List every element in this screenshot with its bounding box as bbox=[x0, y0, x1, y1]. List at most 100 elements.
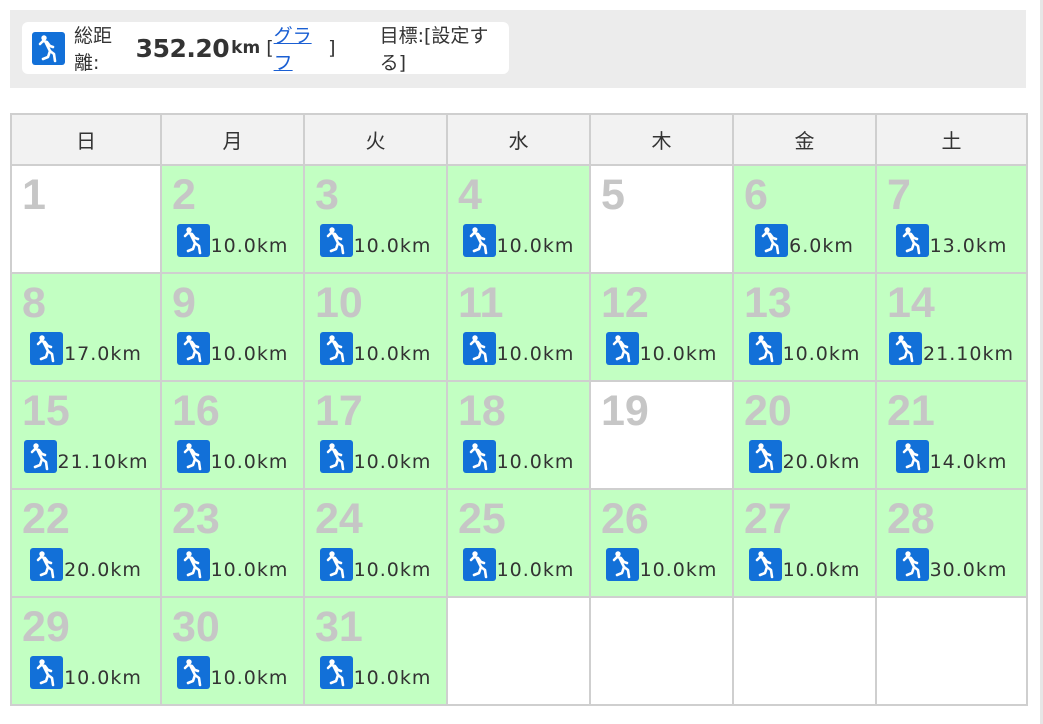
calendar-day-cell[interactable]: 26 10.0km bbox=[589, 488, 734, 598]
calendar-day-cell[interactable]: 22 20.0km bbox=[10, 488, 162, 598]
calendar-day-cell[interactable]: 7 13.0km bbox=[875, 164, 1028, 274]
run-distance: 17.0km bbox=[64, 343, 142, 365]
run-distance: 14.0km bbox=[929, 451, 1008, 473]
runner-icon bbox=[748, 548, 782, 581]
calendar-day-cell[interactable]: 31 10.0km bbox=[303, 596, 448, 706]
calendar-day-cell[interactable]: 5 bbox=[589, 164, 734, 274]
run-entry[interactable]: 10.0km bbox=[734, 332, 875, 365]
run-entry[interactable]: 10.0km bbox=[448, 548, 589, 581]
total-distance-box: 総距離: 352.20 km [グラフ] 目標:[設定する] bbox=[22, 22, 509, 74]
weekday-sun: 日 bbox=[10, 113, 162, 166]
calendar-day-cell[interactable]: 20 20.0km bbox=[732, 380, 877, 490]
weekday-tue: 火 bbox=[303, 113, 448, 166]
runner-icon bbox=[895, 440, 929, 473]
graph-close-bracket: ] bbox=[328, 37, 336, 59]
run-entry[interactable]: 20.0km bbox=[12, 548, 160, 581]
run-distance: 10.0km bbox=[496, 451, 575, 473]
graph-link[interactable]: グラフ bbox=[274, 21, 329, 75]
calendar-day-cell[interactable]: 12 10.0km bbox=[589, 272, 734, 382]
day-number: 6 bbox=[744, 171, 768, 219]
run-distance: 30.0km bbox=[929, 559, 1008, 581]
run-entry[interactable]: 10.0km bbox=[305, 224, 446, 257]
calendar-day-cell[interactable]: 29 10.0km bbox=[10, 596, 162, 706]
day-number: 19 bbox=[601, 387, 649, 435]
calendar-day-cell[interactable]: 27 10.0km bbox=[732, 488, 877, 598]
run-entry[interactable]: 10.0km bbox=[162, 548, 303, 581]
run-entry[interactable]: 10.0km bbox=[162, 440, 303, 473]
run-entry[interactable]: 20.0km bbox=[734, 440, 875, 473]
calendar-day-cell[interactable]: 2 10.0km bbox=[160, 164, 305, 274]
runner-icon bbox=[319, 332, 353, 365]
day-number: 30 bbox=[172, 603, 220, 651]
calendar-day-cell[interactable]: 11 10.0km bbox=[446, 272, 591, 382]
run-distance: 10.0km bbox=[782, 559, 861, 581]
calendar-day-cell[interactable]: 6 6.0km bbox=[732, 164, 877, 274]
runner-icon bbox=[462, 548, 496, 581]
calendar-day-cell[interactable]: 1 bbox=[10, 164, 162, 274]
day-number: 17 bbox=[315, 387, 363, 435]
run-entry[interactable]: 6.0km bbox=[734, 224, 875, 257]
calendar-day-cell[interactable]: 4 10.0km bbox=[446, 164, 591, 274]
run-entry[interactable]: 10.0km bbox=[591, 548, 732, 581]
day-number: 2 bbox=[172, 171, 196, 219]
run-entry[interactable]: 10.0km bbox=[305, 332, 446, 365]
run-distance: 10.0km bbox=[782, 343, 861, 365]
calendar-day-cell[interactable]: 28 30.0km bbox=[875, 488, 1028, 598]
runner-icon bbox=[176, 332, 210, 365]
run-distance: 20.0km bbox=[782, 451, 861, 473]
run-distance: 10.0km bbox=[64, 667, 142, 689]
run-entry[interactable]: 21.10km bbox=[12, 440, 160, 473]
runner-icon bbox=[895, 224, 929, 257]
run-entry[interactable]: 10.0km bbox=[734, 548, 875, 581]
runner-icon bbox=[176, 440, 210, 473]
calendar-day-cell[interactable]: 15 21.10km bbox=[10, 380, 162, 490]
run-distance: 10.0km bbox=[210, 343, 289, 365]
run-entry[interactable]: 10.0km bbox=[305, 656, 446, 689]
calendar-day-cell[interactable]: 17 10.0km bbox=[303, 380, 448, 490]
run-entry[interactable]: 13.0km bbox=[877, 224, 1026, 257]
calendar-day-cell[interactable]: 21 14.0km bbox=[875, 380, 1028, 490]
run-distance: 6.0km bbox=[789, 235, 854, 257]
runner-icon bbox=[462, 440, 496, 473]
calendar-day-cell[interactable]: 19 bbox=[589, 380, 734, 490]
goal-setting-link[interactable]: 目標:[設定する] bbox=[380, 21, 509, 75]
calendar-day-cell[interactable]: 23 10.0km bbox=[160, 488, 305, 598]
calendar-day-cell[interactable]: 24 10.0km bbox=[303, 488, 448, 598]
calendar-day-cell[interactable]: 16 10.0km bbox=[160, 380, 305, 490]
run-entry[interactable]: 17.0km bbox=[12, 332, 160, 365]
calendar-day-cell[interactable]: 3 10.0km bbox=[303, 164, 448, 274]
run-entry[interactable]: 10.0km bbox=[591, 332, 732, 365]
run-entry[interactable]: 10.0km bbox=[162, 224, 303, 257]
run-distance: 10.0km bbox=[496, 343, 575, 365]
run-entry[interactable]: 10.0km bbox=[448, 224, 589, 257]
calendar-day-cell[interactable]: 13 10.0km bbox=[732, 272, 877, 382]
runner-icon bbox=[319, 656, 353, 689]
runner-icon bbox=[462, 224, 496, 257]
empty-day-cell bbox=[589, 596, 734, 706]
run-entry[interactable]: 10.0km bbox=[305, 548, 446, 581]
day-number: 16 bbox=[172, 387, 220, 435]
run-distance: 10.0km bbox=[353, 343, 432, 365]
run-entry[interactable]: 10.0km bbox=[162, 656, 303, 689]
run-entry[interactable]: 10.0km bbox=[12, 656, 160, 689]
calendar-day-cell[interactable]: 18 10.0km bbox=[446, 380, 591, 490]
run-entry[interactable]: 10.0km bbox=[448, 440, 589, 473]
day-number: 10 bbox=[315, 279, 363, 327]
day-number: 1 bbox=[22, 171, 46, 219]
run-entry[interactable]: 14.0km bbox=[877, 440, 1026, 473]
runner-icon bbox=[605, 548, 639, 581]
calendar-day-cell[interactable]: 9 10.0km bbox=[160, 272, 305, 382]
run-entry[interactable]: 10.0km bbox=[448, 332, 589, 365]
calendar-day-cell[interactable]: 8 17.0km bbox=[10, 272, 162, 382]
runner-icon bbox=[319, 440, 353, 473]
run-entry[interactable]: 21.10km bbox=[877, 332, 1026, 365]
run-entry[interactable]: 30.0km bbox=[877, 548, 1026, 581]
calendar-day-cell[interactable]: 14 21.10km bbox=[875, 272, 1028, 382]
run-entry[interactable]: 10.0km bbox=[162, 332, 303, 365]
runner-icon bbox=[755, 224, 789, 257]
calendar-day-cell[interactable]: 30 10.0km bbox=[160, 596, 305, 706]
calendar-day-cell[interactable]: 25 10.0km bbox=[446, 488, 591, 598]
calendar-day-cell[interactable]: 10 10.0km bbox=[303, 272, 448, 382]
run-entry[interactable]: 10.0km bbox=[305, 440, 446, 473]
runner-icon bbox=[889, 332, 923, 365]
